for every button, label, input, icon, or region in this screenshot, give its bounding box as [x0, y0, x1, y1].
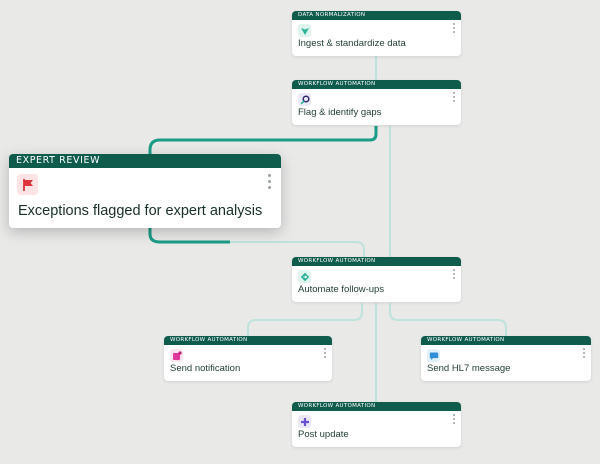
- flag-icon: [17, 174, 38, 195]
- magnify-icon: [298, 93, 311, 106]
- node-category: WORKFLOW AUTOMATION: [421, 336, 591, 345]
- more-options-icon[interactable]: [268, 174, 271, 192]
- node-category: EXPERT REVIEW: [9, 154, 281, 168]
- more-options-icon[interactable]: [453, 414, 456, 426]
- node-label: Send HL7 message: [427, 363, 511, 374]
- node-label: Flag & identify gaps: [298, 107, 382, 118]
- more-options-icon[interactable]: [583, 348, 586, 360]
- node-category: DATA NORMALIZATION: [292, 11, 461, 20]
- connector-layer: [148, 55, 507, 402]
- more-options-icon[interactable]: [324, 348, 327, 360]
- message-icon: [427, 349, 440, 362]
- connector-expert-to-followups-light: [230, 241, 365, 257]
- more-options-icon[interactable]: [453, 92, 456, 104]
- node-label: Post update: [298, 429, 349, 440]
- node-expert-review[interactable]: EXPERT REVIEW Exceptions flagged for exp…: [9, 154, 281, 228]
- connector-flag-to-expert: [148, 126, 378, 155]
- more-options-icon[interactable]: [453, 23, 456, 35]
- connector-followups-to-hl7: [389, 303, 507, 336]
- connector-followups-to-notification: [247, 303, 363, 336]
- node-send-hl7[interactable]: WORKFLOW AUTOMATION Send HL7 message: [421, 336, 591, 381]
- node-category: WORKFLOW AUTOMATION: [292, 402, 461, 411]
- down-arrow-icon: [298, 24, 311, 37]
- node-label: Automate follow-ups: [298, 284, 385, 295]
- node-send-notification[interactable]: WORKFLOW AUTOMATION Send notification: [164, 336, 332, 381]
- node-follow-ups[interactable]: WORKFLOW AUTOMATION Automate follow-ups: [292, 257, 461, 302]
- more-options-icon[interactable]: [453, 269, 456, 281]
- node-label: Send notification: [170, 363, 241, 374]
- node-category: WORKFLOW AUTOMATION: [164, 336, 332, 345]
- node-label: Ingest & standardize data: [298, 38, 406, 49]
- node-label: Exceptions flagged for expert analysis: [18, 203, 263, 219]
- plus-icon: [298, 415, 311, 428]
- note-icon: [170, 349, 183, 362]
- node-post-update[interactable]: WORKFLOW AUTOMATION Post update: [292, 402, 461, 447]
- node-ingest[interactable]: DATA NORMALIZATION Ingest & standardize …: [292, 11, 461, 56]
- node-category: WORKFLOW AUTOMATION: [292, 257, 461, 266]
- diamond-arrow-icon: [298, 270, 311, 283]
- node-flag-gaps[interactable]: WORKFLOW AUTOMATION Flag & identify gaps: [292, 80, 461, 125]
- node-category: WORKFLOW AUTOMATION: [292, 80, 461, 89]
- connector-expert-to-followups-strong: [148, 228, 230, 244]
